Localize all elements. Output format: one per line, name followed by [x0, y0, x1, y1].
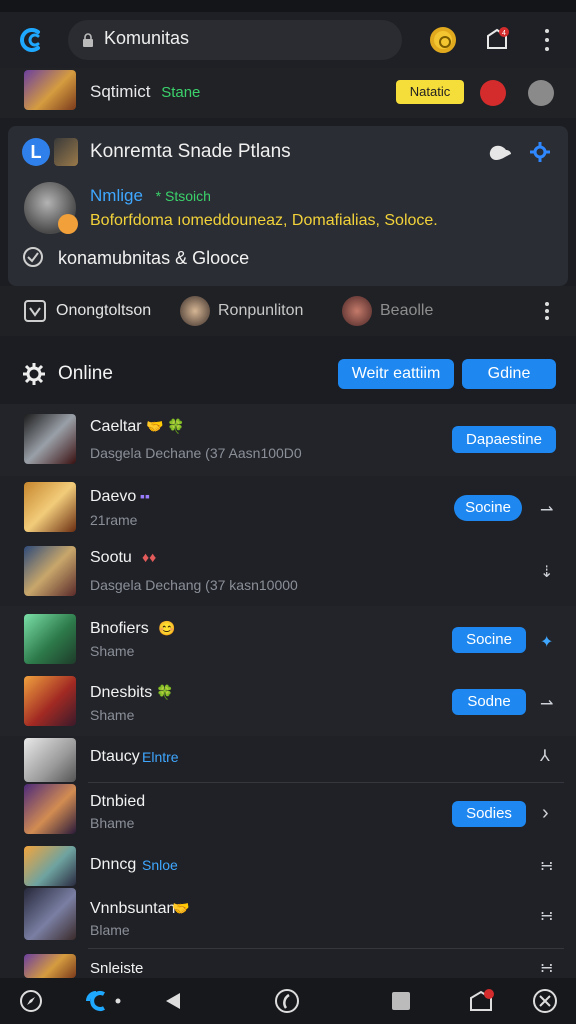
back-icon[interactable] [160, 988, 186, 1014]
more-vert-icon[interactable] [536, 26, 558, 54]
profile-badge-button[interactable]: Natatic [396, 80, 464, 104]
card-user-status: * Stsoich [155, 188, 211, 204]
inbox-icon[interactable] [24, 300, 46, 322]
tabs-icon[interactable]: 4 [484, 26, 510, 52]
row-title: Snleiste [90, 960, 144, 977]
row-subtitle: Shame [90, 643, 135, 659]
row-emoji: ♦♦ [142, 549, 157, 565]
row-title: Dnncg [90, 856, 137, 873]
home-icon[interactable] [84, 988, 124, 1014]
profile-status: Stane [161, 84, 201, 101]
check-circle-icon[interactable] [22, 246, 44, 268]
list-group [0, 606, 576, 736]
community-more-icon[interactable] [540, 300, 554, 322]
avatar [24, 954, 76, 978]
row-subtitle: Shame [90, 707, 135, 723]
row-subtitle: Blame [90, 922, 130, 938]
compass-icon[interactable] [18, 988, 44, 1014]
divider [88, 948, 564, 949]
list-group [0, 736, 576, 978]
row-arrow-icon[interactable]: ∺ [540, 856, 553, 876]
gear-icon [23, 363, 45, 385]
card-mini-avatar [54, 138, 78, 166]
avatar [24, 784, 76, 834]
bird-icon[interactable] [486, 140, 512, 164]
row-title: Caeltar [90, 418, 142, 435]
divider [88, 782, 564, 783]
row-arrow-icon[interactable]: ⅄ [540, 746, 550, 766]
row-subtitle: Bhame [90, 815, 135, 831]
community-item-2[interactable]: Ronpunliton [218, 302, 303, 320]
card-footer[interactable]: konamubnitas & Glooce [58, 248, 249, 269]
row-title: Bnofiers [90, 620, 149, 637]
red-badge-icon[interactable] [480, 80, 506, 106]
square-icon[interactable] [388, 988, 414, 1014]
avatar [24, 546, 76, 596]
row-action-button[interactable]: Sodne [452, 689, 526, 715]
row-emoji: 😊 [158, 620, 176, 636]
row-action-button[interactable]: Sodies [452, 801, 526, 827]
row-emoji: 🍀 [156, 684, 174, 700]
card-title: Konremta Snade Ptlans [90, 141, 291, 162]
avatar [24, 70, 76, 110]
avatar [24, 614, 76, 664]
row-subtitle: Dasgela Dechane (37 Aasn100D0 [90, 445, 302, 461]
card-user-name: Nmlige [90, 186, 143, 205]
lock-icon [83, 33, 93, 47]
tools-icon[interactable] [532, 988, 558, 1014]
notification-icon[interactable] [468, 988, 494, 1014]
row-action-button[interactable]: Socine [452, 627, 526, 653]
row-arrow-icon[interactable]: ✦ [540, 632, 553, 652]
row-title: Daevo [90, 488, 137, 505]
row-arrow-icon[interactable]: ⇀ [540, 500, 553, 520]
row-subtitle: Dasgela Dechang (37 kasn10000 [90, 577, 298, 593]
row-title: Sootu [90, 549, 132, 566]
card-message: Boforfdoma ıomeddouneaz, Domafialias, So… [90, 212, 438, 229]
row-tag: Snloe [142, 857, 178, 873]
row-arrow-icon[interactable]: › [542, 802, 549, 825]
coin-icon[interactable] [430, 27, 456, 53]
row-emoji: 🤝 [172, 900, 190, 916]
profile-name: Sqtimict [90, 82, 151, 101]
community-item-1[interactable]: Onongtoltson [56, 302, 151, 320]
row-action-button[interactable]: Dapaestine [452, 426, 556, 453]
avatar [24, 846, 76, 886]
avatar [24, 482, 76, 532]
row-action-button[interactable]: Socine [454, 495, 522, 521]
community-avatar-3 [342, 296, 372, 326]
card-logo-icon: L [22, 138, 50, 166]
search-text[interactable]: Komunitas [104, 28, 189, 49]
community-item-3[interactable]: Beaolle [380, 302, 433, 320]
avatar [24, 676, 76, 726]
avatar [24, 414, 76, 464]
logo-icon[interactable] [18, 26, 46, 54]
row-title: Vnnbsuntan [90, 900, 176, 917]
card-user-badge-icon [58, 214, 78, 234]
sound-icon[interactable] [274, 988, 300, 1014]
community-avatar-2 [180, 296, 210, 326]
online-button-2[interactable]: Gdine [462, 359, 556, 389]
row-arrow-icon[interactable]: ⇀ [540, 694, 553, 714]
status-bar [0, 0, 576, 12]
svg-text:4: 4 [502, 30, 506, 37]
avatar [24, 738, 76, 782]
online-title: Online [58, 363, 113, 384]
row-arrow-icon[interactable]: ∺ [540, 958, 553, 978]
avatar [24, 888, 76, 940]
row-title: Dnesbits [90, 684, 153, 701]
online-button-1[interactable]: Weitr eattiim [338, 359, 454, 389]
grey-badge-icon[interactable] [528, 80, 554, 106]
row-subtitle: 21rame [90, 512, 138, 528]
row-title: Dtaucy [90, 748, 140, 765]
row-emoji: 🤝 🍀 [146, 418, 185, 434]
row-arrow-icon[interactable]: ⇣ [540, 562, 553, 582]
row-arrow-icon[interactable]: ∺ [540, 906, 553, 926]
row-title: Dtnbied [90, 793, 146, 810]
row-emoji: ▪▪ [140, 488, 150, 504]
row-tag: Elntre [142, 749, 179, 765]
settings-icon[interactable] [528, 140, 552, 164]
